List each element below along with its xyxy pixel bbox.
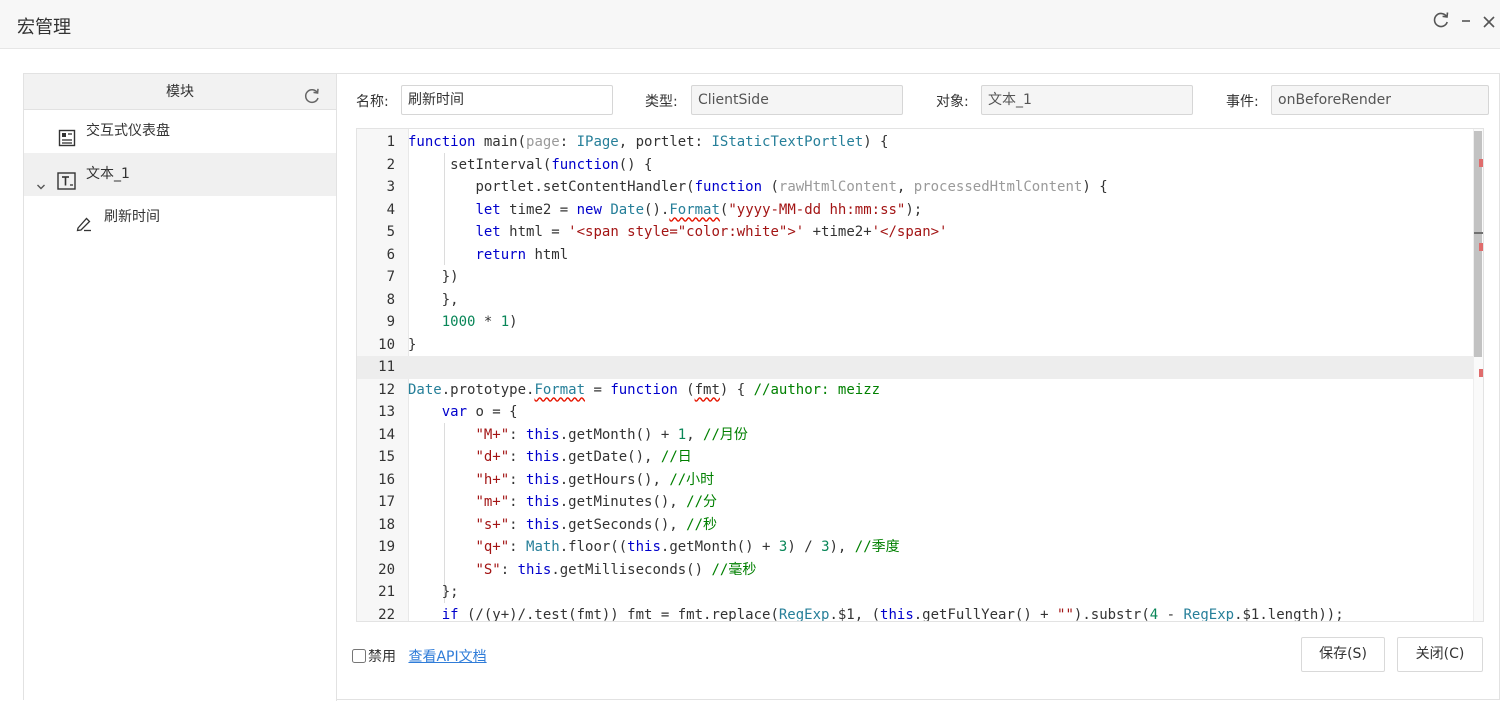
module-header-label: 模块 xyxy=(166,84,194,100)
code-line: 17 "m+": this.getMinutes(), //分 xyxy=(378,494,718,510)
code-line: 2 setInterval(function() { xyxy=(386,156,653,173)
name-input[interactable]: 刷新时间 xyxy=(401,85,613,115)
code-line: 12 Date.prototype.Format = function (fmt)… xyxy=(378,381,881,398)
api-docs-link[interactable]: 查看API文档 xyxy=(408,649,486,665)
refresh-window-icon[interactable] xyxy=(1432,10,1450,30)
minimize-icon[interactable] xyxy=(1460,10,1472,30)
tree-item-label: 交互式仪表盘 xyxy=(86,123,170,139)
disable-option[interactable]: 禁用 xyxy=(352,649,396,665)
code-line: 1 function main(page: IPage, portlet: ISt… xyxy=(386,134,889,150)
code-line: 13 var o = { xyxy=(378,404,518,420)
disable-checkbox[interactable] xyxy=(352,649,366,663)
code-line: 15 "d+": this.getDate(), //日 xyxy=(378,449,692,465)
macro-editor-pane: 名称: 刷新时间 类型: ClientSide 对象: 文本_1 事件: onB… xyxy=(337,74,1500,701)
code-line: 6 return html xyxy=(386,246,569,263)
code-line: 22 if (/(y+)/.test(fmt)) fmt = fmt.repla… xyxy=(378,606,1344,622)
code-lines: 1 function main(page: IPage, portlet: ISt… xyxy=(357,131,1483,622)
type-field: ClientSide xyxy=(691,85,903,115)
window-titlebar: 宏管理 xyxy=(0,0,1500,49)
tree-item-label: 文本_1 xyxy=(86,166,130,182)
macro-dialog: 模块 交互式仪表盘 文本_1 刷新时间 名称: 刷新时间 类型: ClientS… xyxy=(23,73,1500,701)
code-line: 4 let time2 = new Date().Format("yyyy-MM… xyxy=(386,201,923,218)
code-line: 14 "M+": this.getMonth() + 1, //月份 xyxy=(378,426,748,443)
tree-item-refresh-time[interactable]: 刷新时间 xyxy=(24,196,336,239)
close-window-icon[interactable] xyxy=(1482,10,1496,30)
event-label: 事件: xyxy=(1226,94,1259,110)
code-line: 20 "S": this.getMilliseconds() //毫秒 xyxy=(378,561,757,578)
name-label: 名称: xyxy=(356,94,389,110)
code-line: 10} xyxy=(378,336,417,353)
footer-options: 禁用 查看API文档 xyxy=(352,646,487,666)
code-line: 8 }, xyxy=(386,291,459,308)
window-title: 宏管理 xyxy=(17,17,71,38)
code-line-current: 11 xyxy=(357,356,1483,379)
code-line: 5 let html = '<span style="color:white">… xyxy=(386,224,948,240)
type-label: 类型: xyxy=(645,94,678,110)
module-sidebar: 模块 交互式仪表盘 文本_1 刷新时间 xyxy=(24,74,337,701)
object-field: 文本_1 xyxy=(981,85,1193,115)
code-line: 9 1000 * 1) xyxy=(386,314,518,330)
tree-item-label: 刷新时间 xyxy=(104,209,160,225)
module-header: 模块 xyxy=(24,74,336,110)
code-line: 21 }; xyxy=(378,584,459,600)
error-marker xyxy=(1479,159,1483,167)
code-line: 3 portlet.setContentHandler(function (ra… xyxy=(386,179,1108,195)
disable-label: 禁用 xyxy=(368,649,396,665)
code-editor[interactable]: 1 function main(page: IPage, portlet: ISt… xyxy=(356,128,1484,622)
object-label: 对象: xyxy=(936,94,969,110)
code-line: 16 "h+": this.getHours(), //小时 xyxy=(378,471,715,488)
tree-item-dashboard[interactable]: 交互式仪表盘 xyxy=(24,110,336,153)
tree-item-text1[interactable]: 文本_1 xyxy=(24,153,336,196)
code-line: 18 "s+": this.getSeconds(), //秒 xyxy=(378,516,718,533)
code-line: 19 "q+": Math.floor((this.getMonth() + 3… xyxy=(378,539,900,555)
cursor-marker xyxy=(1474,232,1483,234)
close-button[interactable]: 关闭(C) xyxy=(1397,637,1483,672)
editor-scrollbar[interactable] xyxy=(1473,129,1483,621)
error-marker xyxy=(1479,369,1483,377)
save-button[interactable]: 保存(S) xyxy=(1301,637,1385,672)
edit-pen-icon xyxy=(75,208,93,251)
error-marker xyxy=(1479,243,1483,251)
code-line: 7 }) xyxy=(386,269,459,285)
event-field: onBeforeRender xyxy=(1271,85,1489,115)
